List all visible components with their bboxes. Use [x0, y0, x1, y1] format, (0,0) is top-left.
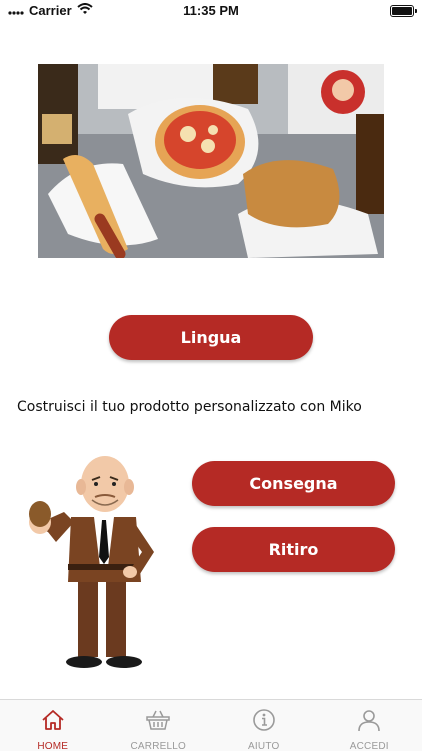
delivery-button[interactable]: Consegna	[192, 461, 395, 506]
clock: 11:35 PM	[0, 3, 422, 18]
info-icon	[251, 707, 277, 738]
home-icon	[40, 707, 66, 738]
tab-help-label: AIUTO	[248, 741, 279, 752]
tab-home[interactable]: HOME	[0, 700, 106, 751]
tab-cart-label: CARRELLO	[130, 741, 186, 752]
tab-login[interactable]: ACCEDI	[317, 700, 422, 751]
tab-cart[interactable]: CARRELLO	[106, 700, 212, 751]
battery-icon	[390, 5, 414, 17]
hero-food-photo	[38, 64, 384, 258]
tab-bar: HOME CARRELLO AIUTO ACCEDI	[0, 699, 422, 751]
tab-home-label: HOME	[37, 741, 68, 752]
tagline-text: Costruisci il tuo prodotto personalizzat…	[17, 399, 362, 415]
pickup-button[interactable]: Ritiro	[192, 527, 395, 572]
user-icon	[356, 707, 382, 738]
basket-icon	[145, 707, 171, 738]
tab-login-label: ACCEDI	[350, 741, 389, 752]
status-bar: Carrier 11:35 PM	[0, 0, 422, 22]
mascot-illustration	[26, 452, 162, 674]
language-button[interactable]: Lingua	[109, 315, 313, 360]
tab-help[interactable]: AIUTO	[211, 700, 317, 751]
